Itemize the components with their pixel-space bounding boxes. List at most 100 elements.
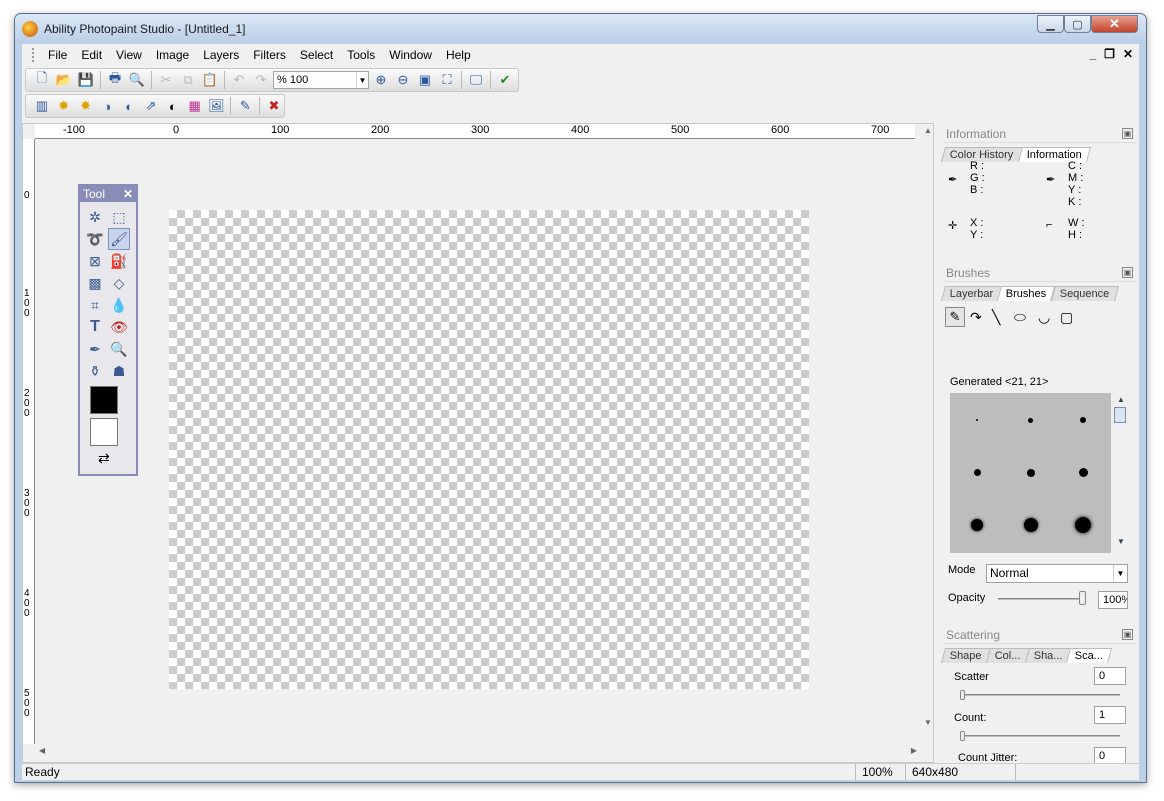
curve-brush-icon[interactable]: ↷	[970, 309, 982, 326]
count-slider[interactable]	[960, 735, 1120, 737]
scatter-slider-thumb[interactable]	[960, 690, 965, 700]
ellipse-brush-icon[interactable]: ⬭	[1014, 309, 1026, 326]
contrast-up-icon[interactable]: ◑	[97, 96, 117, 116]
scroll-down-icon[interactable]: ▼	[924, 718, 932, 727]
mdi-restore-button[interactable]: ❐	[1104, 47, 1115, 61]
actual-size-icon[interactable]: ⛶	[437, 70, 457, 90]
print-preview-icon[interactable]: 🔍	[127, 70, 147, 90]
tool-palette-header[interactable]: Tool ✕	[80, 186, 136, 202]
brightness-down-icon[interactable]: ✸	[76, 96, 96, 116]
image-icon[interactable]: 🖼	[207, 96, 227, 116]
tab-layerbar[interactable]: Layerbar	[940, 286, 1003, 301]
scroll-left-icon[interactable]: ◀	[39, 746, 45, 755]
mdi-minimize-button[interactable]: _	[1089, 47, 1096, 61]
scroll-up-icon[interactable]: ▲	[924, 126, 932, 135]
clone-stamp-icon[interactable]: ⚱	[84, 360, 106, 382]
brightness-up-icon[interactable]: ✹	[54, 96, 74, 116]
tab-shape[interactable]: Shape	[940, 648, 991, 663]
menu-window[interactable]: Window	[382, 44, 439, 66]
brush-tip[interactable]	[1080, 417, 1086, 423]
eyedropper-icon[interactable]: ✒	[84, 338, 106, 360]
edit-layer-icon[interactable]: ✎	[235, 96, 255, 116]
paste-icon[interactable]: 📋	[200, 70, 220, 90]
save-icon[interactable]: 💾	[76, 70, 96, 90]
brush-tip[interactable]	[1079, 468, 1088, 477]
copy-icon[interactable]: ⧉	[178, 70, 198, 90]
brushes-panel-header[interactable]: Brushes ▣	[943, 265, 1137, 282]
background-color-swatch[interactable]	[90, 418, 118, 446]
chevron-down-icon[interactable]: ▼	[1113, 565, 1127, 582]
pin-icon[interactable]: ▣	[1122, 629, 1133, 640]
eraser-icon[interactable]: ◇	[108, 272, 130, 294]
menu-edit[interactable]: Edit	[74, 44, 109, 66]
color-balance-icon[interactable]: ▦	[185, 96, 205, 116]
brush-icon[interactable]: 🖌	[108, 228, 130, 250]
freeform-brush-icon[interactable]: ◡	[1038, 309, 1050, 326]
title-bar[interactable]: Ability Photopaint Studio - [Untitled_1]…	[15, 14, 1146, 44]
menu-layers[interactable]: Layers	[196, 44, 246, 66]
pin-icon[interactable]: ▣	[1122, 128, 1133, 139]
close-icon[interactable]: ✕	[123, 187, 136, 201]
opacity-slider[interactable]	[998, 598, 1086, 600]
tab-shading[interactable]: Sha...	[1024, 648, 1072, 663]
menu-image[interactable]: Image	[149, 44, 196, 66]
vertical-scrollbar[interactable]: ▲ ▼	[923, 124, 933, 734]
transform-icon[interactable]: ⊠	[84, 250, 106, 272]
lasso-icon[interactable]: ➰	[84, 228, 106, 250]
brush-tip[interactable]	[1028, 418, 1033, 423]
count-input[interactable]: 1	[1094, 706, 1126, 724]
zoom-combo[interactable]: % 100 ▼	[273, 71, 369, 89]
undo-icon[interactable]: ↶	[229, 70, 249, 90]
menu-view[interactable]: View	[109, 44, 149, 66]
brush-preview-grid[interactable]	[950, 393, 1111, 553]
web-check-icon[interactable]: ✔	[495, 70, 515, 90]
pin-icon[interactable]: ▣	[1122, 267, 1133, 278]
rectangle-brush-icon[interactable]: ▢	[1060, 309, 1073, 326]
brush-tip[interactable]	[1024, 518, 1038, 532]
fill-bucket-icon[interactable]: ⛽	[108, 250, 130, 272]
export-icon[interactable]: ⇗	[141, 96, 161, 116]
scroll-down-icon[interactable]: ▼	[1117, 537, 1125, 546]
brush-tip[interactable]	[1075, 517, 1091, 533]
information-panel-header[interactable]: Information ▣	[943, 126, 1137, 143]
print-icon[interactable]: 🖶	[105, 70, 125, 90]
close-button[interactable]: ✕	[1091, 15, 1138, 33]
swap-colors-icon[interactable]: ⇄	[98, 450, 110, 467]
remove-icon[interactable]: ✖	[264, 96, 284, 116]
foreground-color-swatch[interactable]	[90, 386, 118, 414]
text-icon[interactable]: T	[84, 316, 106, 338]
full-screen-icon[interactable]: 🖵	[466, 70, 486, 90]
document-workspace[interactable]: -100 0 100 200 300 400 500 600 700 0 1 0…	[22, 123, 934, 763]
brush-tip[interactable]	[1027, 469, 1035, 477]
horizontal-scrollbar[interactable]: ◀ ▶	[37, 746, 919, 758]
open-folder-icon[interactable]: 📂	[54, 70, 74, 90]
brush-tip[interactable]	[974, 469, 981, 476]
menu-tools[interactable]: Tools	[340, 44, 382, 66]
magic-wand-icon[interactable]: ✲	[84, 206, 106, 228]
rect-select-icon[interactable]: ⬚	[108, 206, 130, 228]
levels-icon[interactable]: ▥	[32, 96, 52, 116]
tab-color[interactable]: Col...	[985, 648, 1030, 663]
app-logo-icon[interactable]	[22, 21, 38, 37]
menu-select[interactable]: Select	[293, 44, 340, 66]
zoom-in-icon[interactable]: ⊕	[371, 70, 391, 90]
scroll-up-icon[interactable]: ▲	[1117, 395, 1125, 404]
scatter-slider[interactable]	[960, 694, 1120, 696]
chevron-down-icon[interactable]: ▼	[356, 72, 368, 88]
brush-scroll-thumb[interactable]	[1114, 407, 1126, 423]
freehand-brush-icon[interactable]: ✎	[945, 307, 965, 327]
menu-file[interactable]: File	[41, 44, 74, 66]
mdi-close-button[interactable]: ✕	[1123, 47, 1133, 61]
cut-icon[interactable]: ✂	[156, 70, 176, 90]
opacity-input[interactable]: 100%	[1098, 591, 1128, 609]
menu-help[interactable]: Help	[439, 44, 478, 66]
brush-tip[interactable]	[976, 419, 978, 421]
shape-icon[interactable]: ☗	[108, 360, 130, 382]
brush-tip[interactable]	[971, 519, 983, 531]
redo-icon[interactable]: ↷	[251, 70, 271, 90]
zoom-icon[interactable]: 🔍	[108, 338, 130, 360]
fit-window-icon[interactable]: ▣	[415, 70, 435, 90]
opacity-slider-thumb[interactable]	[1079, 591, 1086, 605]
new-file-icon[interactable]: 🗋	[32, 70, 52, 90]
menu-grip[interactable]	[32, 48, 35, 62]
